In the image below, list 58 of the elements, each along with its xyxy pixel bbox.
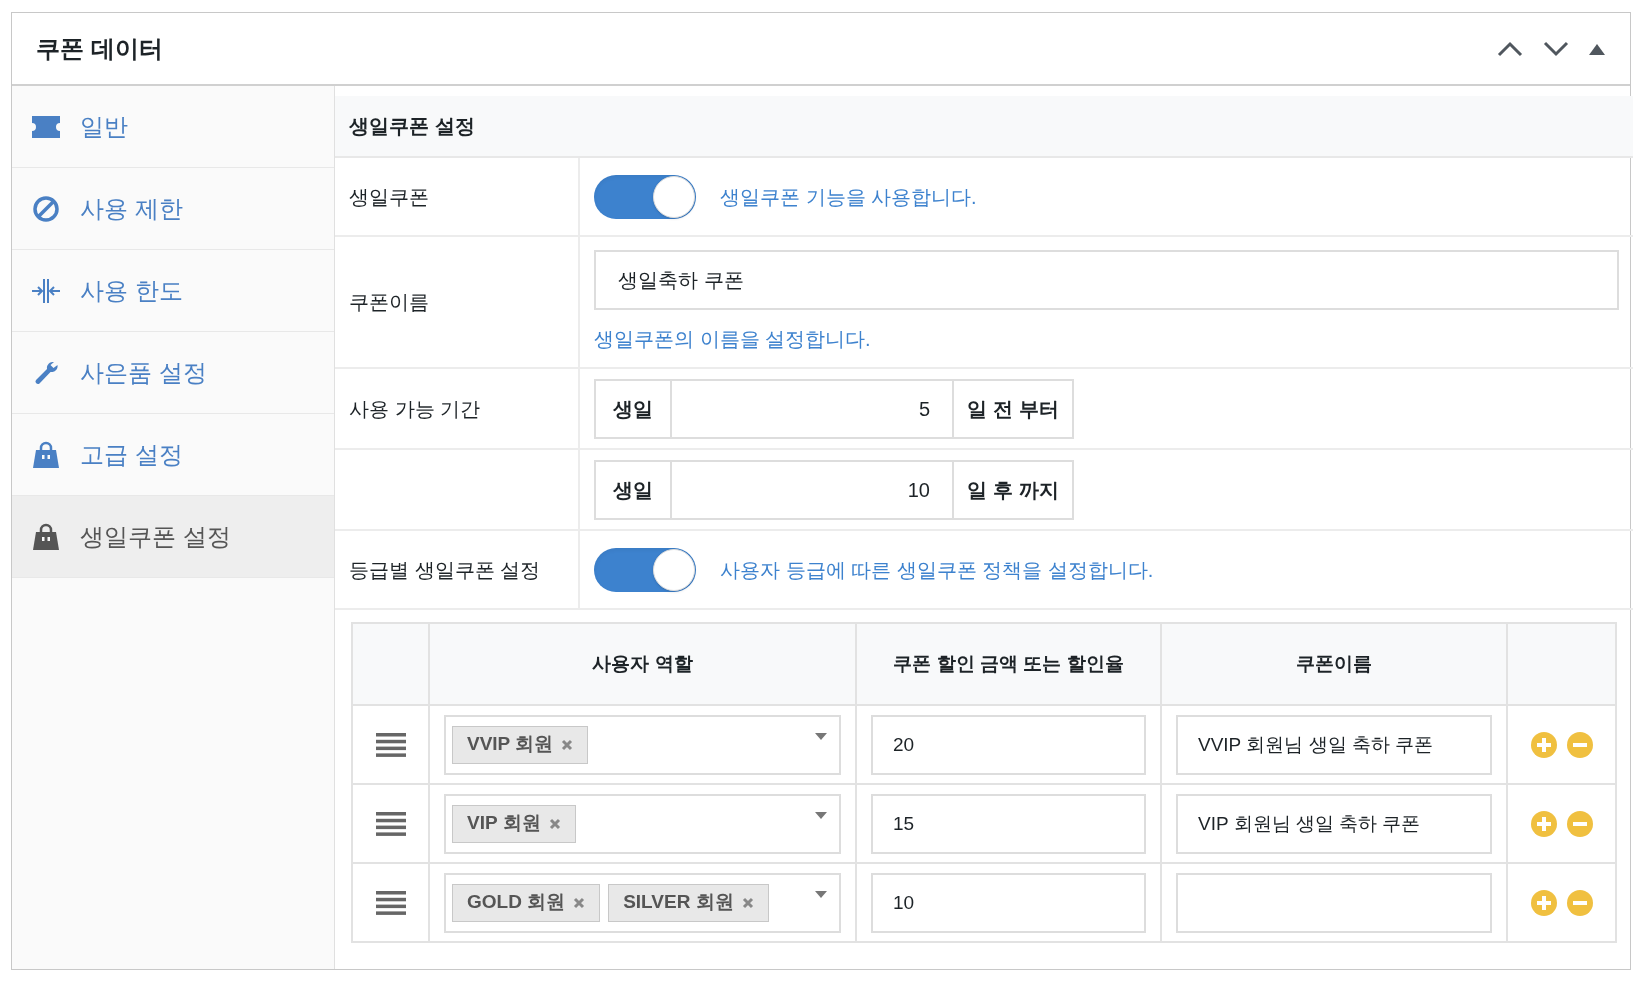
caret-icon[interactable] <box>815 732 827 740</box>
field-label: 생일쿠폰 <box>349 184 429 210</box>
role-select[interactable]: GOLD 회원 SILVER 회원 <box>444 872 841 933</box>
drag-handle-icon[interactable] <box>375 732 406 757</box>
caret-icon[interactable] <box>815 811 827 819</box>
toggle-description: 생일쿠폰 기능을 사용합니다. <box>720 184 977 210</box>
discount-field[interactable]: 10 <box>871 872 1146 933</box>
number-field[interactable]: 5 <box>672 380 952 437</box>
drag-handle-icon[interactable] <box>375 890 406 915</box>
caret-icon[interactable] <box>815 890 827 898</box>
prefix-label: 생일 <box>596 461 672 518</box>
remove-icon[interactable] <box>573 896 586 909</box>
column-header: 쿠폰 할인 금액 또는 할인율 <box>856 623 1161 705</box>
field-label: 쿠폰이름 <box>349 290 429 315</box>
field-label: 등급별 생일쿠폰 설정 <box>349 557 541 583</box>
prefix-label: 생일 <box>596 380 672 437</box>
role-tag[interactable]: SILVER 회원 <box>608 883 769 922</box>
role-tag-label: VIP 회원 <box>467 811 541 836</box>
toggle-switch[interactable] <box>594 174 696 219</box>
shopping-bag-icon <box>32 440 60 469</box>
coupon-name-field[interactable]: VVIP 회원님 생일 축하 쿠폰 <box>1176 714 1492 775</box>
role-tag[interactable]: GOLD 회원 <box>452 883 601 922</box>
role-select[interactable]: VVIP 회원 <box>444 714 841 775</box>
remove-icon[interactable] <box>561 738 574 751</box>
column-header: 사용자 역할 <box>429 623 856 705</box>
role-tag-label: GOLD 회원 <box>467 890 566 915</box>
period-input-group[interactable]: 생일 10 일 후 까지 <box>594 459 1074 520</box>
help-text: 생일쿠폰의 이름을 설정합니다. <box>594 327 872 352</box>
coupon-name-field[interactable] <box>1176 872 1492 933</box>
role-tag-label: VVIP 회원 <box>467 732 554 757</box>
remove-icon[interactable] <box>741 896 754 909</box>
section-title: 생일쿠폰 설정 <box>349 114 475 139</box>
toggle-switch[interactable] <box>594 547 696 592</box>
arrows-inward-icon <box>32 276 60 305</box>
sidebar-item[interactable]: 생일쿠폰 설정 <box>12 496 334 578</box>
role-select[interactable]: VIP 회원 <box>444 793 841 854</box>
role-tag[interactable]: VVIP 회원 <box>452 725 589 764</box>
suffix-label: 일 후 까지 <box>952 461 1072 518</box>
number-field[interactable]: 10 <box>672 461 952 518</box>
ticket-icon <box>32 115 60 138</box>
period-input-group[interactable]: 생일 5 일 전 부터 <box>594 378 1074 439</box>
role-tag-label: SILVER 회원 <box>623 890 734 915</box>
shopping-bag-icon <box>32 522 60 551</box>
discount-field[interactable]: 20 <box>871 714 1146 775</box>
field-label: 사용 가능 기간 <box>349 396 481 422</box>
chevron-down-icon[interactable] <box>1542 39 1570 58</box>
coupon-name-field[interactable]: 생일축하 쿠폰 <box>594 250 1619 310</box>
prohibited-icon <box>32 194 60 223</box>
role-tag[interactable]: VIP 회원 <box>452 804 576 843</box>
remove-icon[interactable] <box>548 817 561 830</box>
toggle-description: 사용자 등급에 따른 생일쿠폰 정책을 설정합니다. <box>720 557 1154 583</box>
chevron-up-icon[interactable] <box>1496 39 1524 58</box>
drag-handle-icon[interactable] <box>375 811 406 836</box>
suffix-label: 일 전 부터 <box>952 380 1072 437</box>
panel-title: 쿠폰 데이터 <box>36 33 163 64</box>
column-header: 쿠폰이름 <box>1161 623 1507 705</box>
discount-field[interactable]: 15 <box>871 793 1146 854</box>
coupon-name-field[interactable]: VIP 회원님 생일 축하 쿠폰 <box>1176 793 1492 854</box>
